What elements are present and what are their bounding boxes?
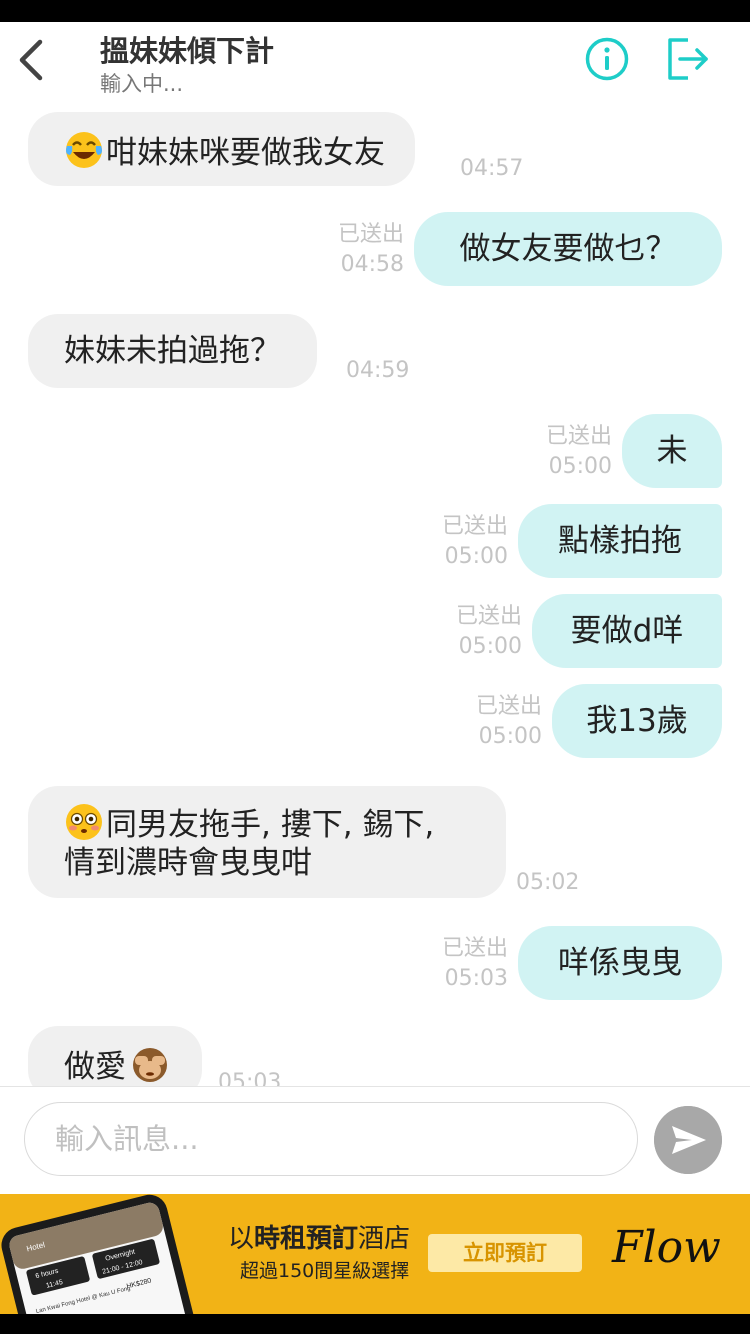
message-time: 05:03 <box>444 966 508 991</box>
sent-status: 已送出 <box>455 604 522 629</box>
message-time: 05:00 <box>478 724 542 749</box>
incoming-message[interactable]: 妹妹未拍過拖？ <box>28 314 317 388</box>
message-text: 做女友要做乜？ <box>459 231 677 267</box>
sent-status: 已送出 <box>337 222 404 247</box>
message-time: 05:00 <box>458 634 522 659</box>
message-text: 要做d咩 <box>570 613 684 649</box>
ad-title-bold: 時租預訂 <box>254 1224 359 1254</box>
outgoing-message[interactable]: 咩係曳曳 <box>518 926 722 1000</box>
see-no-evil-monkey-icon <box>133 1048 167 1082</box>
ad-brand-logo: Flow <box>612 1222 721 1273</box>
typing-status: 輸入中... <box>100 72 184 96</box>
message-text: 我13歲 <box>586 703 688 739</box>
ad-title-post: 酒店 <box>358 1224 411 1254</box>
message-status-block: 已送出 05:00 <box>508 422 612 482</box>
message-time: 04:58 <box>340 252 404 277</box>
message-input[interactable]: 輸入訊息... <box>24 1102 638 1176</box>
flushed-face-icon <box>66 804 102 840</box>
message-text: 咩係曳曳 <box>558 945 682 981</box>
message-time: 05:00 <box>548 454 612 479</box>
tears-of-joy-icon <box>66 132 102 168</box>
message-time: 04:59 <box>346 358 410 383</box>
chevron-left-icon[interactable] <box>14 36 50 84</box>
message-status-block: 已送出 05:00 <box>438 692 542 752</box>
message-line: 同男友拖手, 摟下, 錫下, <box>64 802 486 844</box>
chat-title: 搵妹妹傾下計 <box>100 34 275 68</box>
message-status-block: 已送出 05:00 <box>404 512 508 572</box>
incoming-message[interactable]: 同男友拖手, 摟下, 錫下, 情到濃時會曳曳咁 <box>28 786 506 898</box>
message-status-block: 已送出 05:03 <box>404 934 508 994</box>
ad-subtitle: 超過150間星級選擇 <box>240 1260 410 1282</box>
outgoing-message[interactable]: 要做d咩 <box>532 594 722 668</box>
message-list[interactable]: 咁妹妹咪要做我女友 04:57 已送出 04:58 做女友要做乜？ 妹妹未拍過拖… <box>0 102 750 1086</box>
message-status-block: 已送出 04:58 <box>300 220 404 280</box>
sent-status: 已送出 <box>441 514 508 539</box>
message-time: 05:02 <box>516 870 580 895</box>
message-input-placeholder: 輸入訊息... <box>55 1122 199 1156</box>
ad-book-now-button[interactable]: 立即預訂 <box>428 1234 582 1272</box>
composer-divider <box>0 1086 750 1087</box>
exit-icon[interactable] <box>662 34 712 84</box>
sent-status: 已送出 <box>475 694 542 719</box>
info-circle-icon[interactable] <box>584 36 630 82</box>
message-text: 做愛 <box>64 1049 126 1085</box>
ad-title-pre: 以 <box>228 1224 255 1254</box>
status-bar <box>0 0 750 22</box>
chat-header: 搵妹妹傾下計 輸入中... <box>0 22 750 102</box>
message-text-line-1: 同男友拖手, 摟下, 錫下, <box>106 807 435 843</box>
bottom-bar <box>0 1314 750 1334</box>
incoming-message[interactable]: 咁妹妹咪要做我女友 <box>28 112 415 186</box>
phone-mockup-image: Hotel 6 hours 11:45 Overnight 21:00 - 12… <box>1 1194 196 1314</box>
message-time: 05:00 <box>444 544 508 569</box>
message-time: 04:57 <box>460 156 524 181</box>
message-text: 點樣拍拖 <box>558 523 682 559</box>
message-text: 咁妹妹咪要做我女友 <box>106 135 385 171</box>
incoming-message[interactable]: 做愛 <box>28 1026 202 1086</box>
message-time: 05:03 <box>218 1070 282 1086</box>
outgoing-message[interactable]: 做女友要做乜？ <box>414 212 722 286</box>
message-status-block: 已送出 05:00 <box>418 602 522 662</box>
ad-banner[interactable]: Hotel 6 hours 11:45 Overnight 21:00 - 12… <box>0 1194 750 1314</box>
sent-status: 已送出 <box>441 936 508 961</box>
outgoing-message[interactable]: 未 <box>622 414 722 488</box>
message-text: 未 <box>656 433 688 469</box>
sent-status: 已送出 <box>545 424 612 449</box>
outgoing-message[interactable]: 我13歲 <box>552 684 722 758</box>
ad-title: 以時租預訂酒店 <box>228 1218 410 1255</box>
outgoing-message[interactable]: 點樣拍拖 <box>518 504 722 578</box>
send-icon[interactable] <box>654 1106 722 1174</box>
message-text: 妹妹未拍過拖？ <box>64 333 281 369</box>
message-text-line-2: 情到濃時會曳曳咁 <box>64 845 312 881</box>
